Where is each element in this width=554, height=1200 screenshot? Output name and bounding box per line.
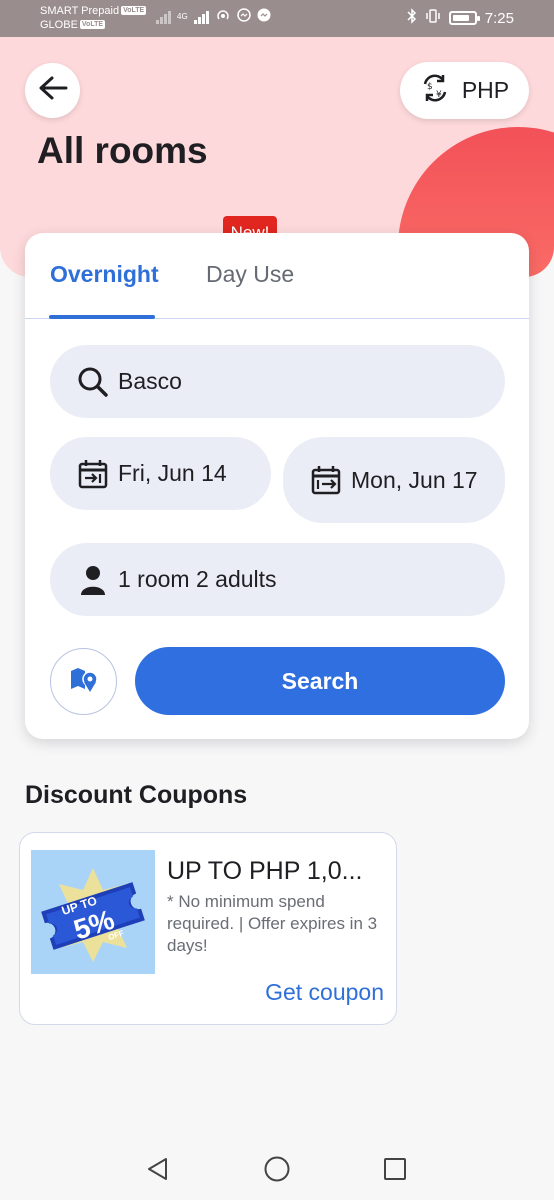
search-icon — [76, 366, 110, 398]
check-in-value: Fri, Jun 14 — [118, 460, 227, 486]
calendar-check-in-icon — [76, 458, 110, 490]
network-type: 4G — [177, 11, 188, 21]
triangle-back-icon — [145, 1156, 171, 1187]
volte-badge-2: VoLTE — [79, 20, 106, 29]
search-card: Overnight Day Use Basco Fri, Jun 14 Mon,… — [25, 233, 529, 739]
messenger-icon-2 — [257, 8, 271, 25]
status-icons-left: 4G — [156, 8, 271, 25]
status-bar: SMART Prepaid VoLTE GLOBE VoLTE 4G 7:25 — [0, 0, 554, 37]
page-title: All rooms — [37, 130, 208, 171]
coupon-title: UP TO PHP 1,0... — [167, 857, 363, 885]
svg-text:$: $ — [427, 82, 433, 92]
calendar-check-out-icon — [309, 464, 343, 496]
guests-field[interactable]: 1 room 2 adults — [50, 543, 505, 616]
signal-icon — [156, 10, 171, 24]
back-button[interactable] — [25, 63, 80, 118]
destination-field[interactable]: Basco — [50, 345, 505, 418]
coupon-description: * No minimum spend required. | Offer exp… — [167, 892, 378, 955]
destination-value: Basco — [118, 368, 182, 394]
guests-value: 1 room 2 adults — [118, 566, 277, 592]
stay-type-tabs: Overnight Day Use — [25, 233, 529, 319]
check-out-value: Mon, Jun 17 — [351, 466, 478, 493]
coupon-image: UP TO 5% OFF — [31, 850, 155, 974]
volte-badge: VoLTE — [121, 6, 147, 15]
arrow-left-icon — [38, 75, 68, 106]
hotspot-icon — [215, 8, 231, 25]
map-button[interactable] — [50, 648, 117, 715]
nav-recents-button[interactable] — [380, 1156, 410, 1186]
clock: 7:25 — [484, 9, 514, 27]
coupon-card[interactable]: UP TO 5% OFF UP TO PHP 1,0... * No minim… — [19, 832, 397, 1025]
tab-day-use[interactable]: Day Use — [206, 261, 294, 288]
signal-icon-2 — [193, 10, 209, 24]
section-title-coupons: Discount Coupons — [25, 781, 248, 809]
svg-text:¥: ¥ — [436, 90, 442, 100]
nav-home-button[interactable] — [262, 1156, 292, 1186]
tab-overnight[interactable]: Overnight — [50, 261, 159, 288]
currency-label: PHP — [461, 77, 510, 103]
currency-button[interactable]: $ ¥ PHP — [400, 62, 529, 119]
get-coupon-link[interactable]: Get coupon — [265, 979, 384, 1006]
status-icons-right: 7:25 — [407, 8, 514, 28]
circle-home-icon — [263, 1155, 291, 1188]
carrier-info: SMART Prepaid VoLTE GLOBE VoLTE — [40, 4, 147, 32]
battery-icon — [448, 11, 480, 25]
system-nav-bar — [0, 1140, 554, 1200]
check-out-field[interactable]: Mon, Jun 17 — [283, 437, 505, 523]
carrier-2: GLOBE — [40, 19, 78, 31]
vibrate-icon — [425, 8, 441, 28]
check-in-field[interactable]: Fri, Jun 14 — [50, 437, 271, 510]
person-icon — [76, 564, 110, 596]
square-recents-icon — [383, 1157, 407, 1186]
search-button[interactable]: Search — [135, 647, 505, 715]
bluetooth-icon — [407, 8, 417, 28]
nav-back-button[interactable] — [143, 1156, 173, 1186]
currency-exchange-icon: $ ¥ — [420, 73, 450, 109]
active-tab-indicator — [49, 315, 155, 319]
carrier-1: SMART Prepaid — [40, 5, 120, 17]
map-pin-icon — [69, 665, 99, 698]
messenger-icon — [236, 8, 251, 25]
